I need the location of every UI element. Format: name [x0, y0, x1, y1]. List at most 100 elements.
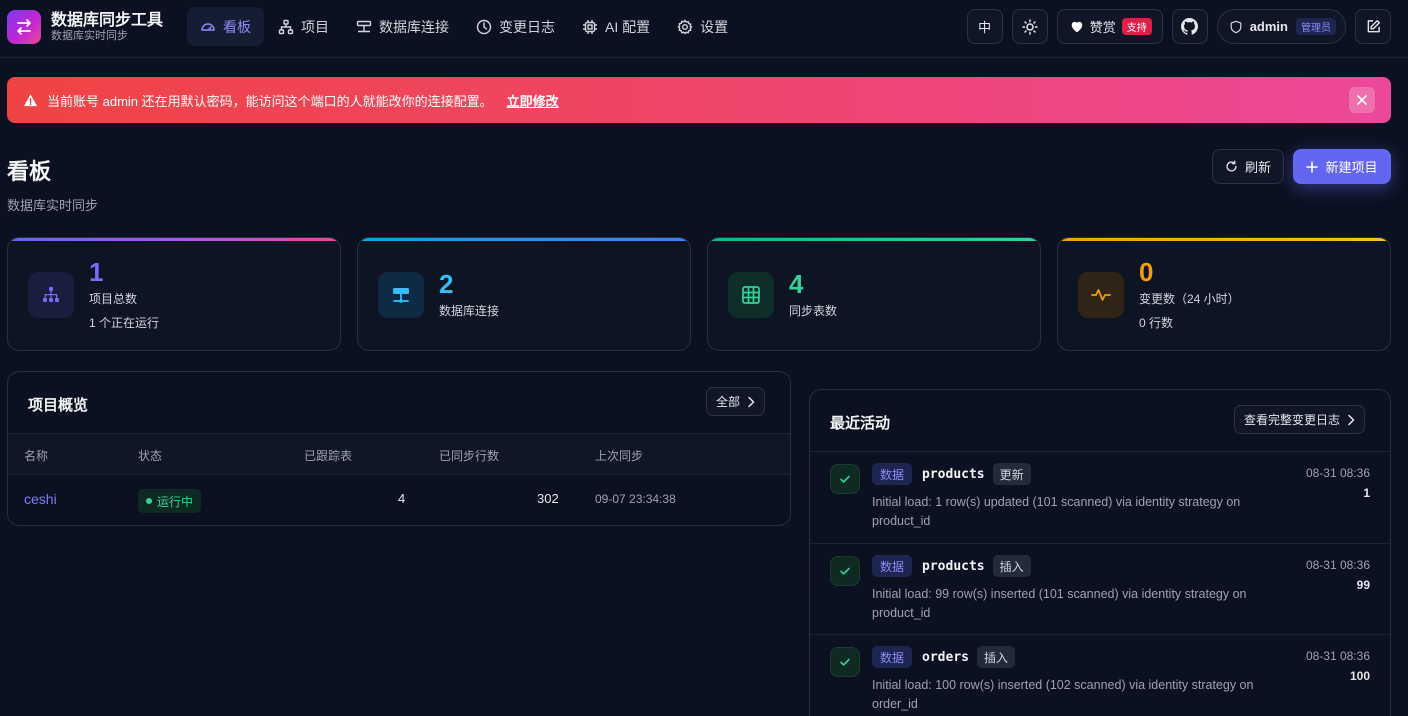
- nav-item-changelog[interactable]: 变更日志: [463, 7, 568, 46]
- stat-card-tables[interactable]: 4 同步表数: [707, 237, 1041, 351]
- alert-message: 当前账号 admin 还在用默认密码，能访问这个端口的人就能改你的连接配置。: [47, 93, 493, 109]
- activity-item[interactable]: 数据 orders 插入 Initial load: 100 row(s) in…: [810, 634, 1390, 716]
- topbar-actions: 中 赞赏 支持 admin 管理员: [958, 9, 1391, 44]
- column-header: 已同步行数: [439, 449, 500, 463]
- nav-item-settings[interactable]: 设置: [664, 7, 741, 46]
- user-role-badge: 管理员: [1296, 18, 1336, 35]
- status-dot-icon: [146, 498, 152, 504]
- language-label: 中: [978, 20, 992, 35]
- main-nav: 看板 项目 数据库连接 变更日志 AI 配置 设置: [187, 7, 742, 46]
- nav-label: 变更日志: [499, 18, 555, 35]
- shield-icon: [1230, 20, 1242, 33]
- view-all-projects-button[interactable]: 全部: [706, 387, 766, 416]
- project-name-link[interactable]: ceshi: [24, 491, 57, 507]
- user-name: admin: [1249, 19, 1288, 34]
- edit-button[interactable]: [1355, 9, 1391, 44]
- nav-label: AI 配置: [605, 18, 651, 35]
- panel-title: 项目概览: [28, 397, 89, 414]
- brand[interactable]: 数据库同步工具 数据库实时同步: [7, 10, 163, 44]
- stat-value: 1: [89, 257, 104, 287]
- close-icon: [1357, 95, 1367, 105]
- nav-item-dashboard[interactable]: 看板: [187, 7, 264, 46]
- nav-label: 看板: [223, 18, 251, 35]
- stat-value: 0: [1139, 257, 1154, 287]
- sun-icon: [1021, 18, 1038, 35]
- server-icon: [356, 20, 372, 32]
- nav-item-projects[interactable]: 项目: [265, 7, 342, 46]
- sponsor-badge: 支持: [1121, 18, 1152, 35]
- nav-item-connections[interactable]: 数据库连接: [343, 7, 462, 46]
- github-icon: [1181, 18, 1199, 35]
- heart-icon: [1071, 21, 1082, 32]
- view-changelog-button[interactable]: 查看完整变更日志: [1234, 405, 1366, 434]
- panel-title: 最近活动: [830, 415, 891, 432]
- last-sync-value: 09-07 23:34:38: [595, 492, 676, 506]
- top-navbar: 数据库同步工具 数据库实时同步 看板 项目 数据库连接 变更日志 AI 配置 设…: [0, 0, 1408, 58]
- server-icon: [378, 272, 424, 318]
- nav-label: 数据库连接: [379, 18, 449, 35]
- column-header: 状态: [138, 449, 163, 463]
- activity-op-badge: 插入: [992, 555, 1031, 577]
- tracked-tables-value: 4: [398, 491, 406, 506]
- view-all-label: 全部: [716, 395, 741, 409]
- activity-count: 99: [1356, 578, 1370, 592]
- stat-accent-bar: [708, 238, 1040, 241]
- stat-card-projects[interactable]: 1 项目总数 1 个正在运行: [7, 237, 341, 351]
- activity-message: Initial load: 1 row(s) updated (101 scan…: [872, 495, 1241, 528]
- column-header: 上次同步: [595, 449, 644, 463]
- plus-icon: [1306, 160, 1319, 173]
- change-password-link[interactable]: 立即修改: [507, 91, 559, 110]
- activity-type-badge: 数据: [872, 646, 913, 668]
- refresh-icon: [1226, 160, 1237, 172]
- stat-label: 同步表数: [789, 304, 838, 318]
- activity-count: 100: [1349, 669, 1370, 683]
- activity-op-badge: 插入: [976, 646, 1015, 668]
- activity-table-name: products: [922, 466, 985, 482]
- new-project-button[interactable]: 新建项目: [1293, 149, 1391, 184]
- activity-table-name: products: [922, 558, 985, 574]
- sitemap-icon: [28, 272, 74, 318]
- status-label: 运行中: [157, 494, 194, 509]
- activity-time: 08-31 08:36: [1305, 466, 1370, 480]
- sponsor-button[interactable]: 赞赏 支持: [1056, 9, 1163, 44]
- column-header: 名称: [24, 449, 49, 463]
- column-header: 已跟踪表: [304, 449, 353, 463]
- synced-rows-value: 302: [537, 491, 559, 506]
- app-logo-icon: [7, 10, 41, 44]
- refresh-button[interactable]: 刷新: [1212, 149, 1284, 184]
- check-icon: [830, 647, 860, 677]
- stat-label: 变更数（24 小时）: [1139, 292, 1240, 306]
- chevron-right-icon: [748, 396, 755, 407]
- gear-icon: [677, 18, 693, 34]
- activity-table-name: orders: [922, 649, 969, 665]
- stat-label: 项目总数: [89, 292, 138, 306]
- edit-icon: [1367, 19, 1380, 33]
- activity-header: 数据 products 更新: [872, 463, 1031, 485]
- status-badge: 运行中: [138, 489, 202, 513]
- alert-close-button[interactable]: [1349, 87, 1375, 113]
- stat-sub: 0 行数: [1139, 316, 1174, 330]
- language-button[interactable]: 中: [966, 9, 1003, 44]
- check-icon: [830, 464, 860, 494]
- github-button[interactable]: [1171, 9, 1208, 44]
- activity-op-badge: 更新: [992, 463, 1031, 485]
- warning-icon: [23, 93, 38, 106]
- stat-card-connections[interactable]: 2 数据库连接: [357, 237, 691, 351]
- stat-card-changes[interactable]: 0 变更数（24 小时） 0 行数: [1057, 237, 1391, 351]
- clock-icon: [476, 19, 492, 34]
- activity-message: Initial load: 100 row(s) inserted (102 s…: [872, 678, 1254, 711]
- activity-header: 数据 products 插入: [872, 555, 1031, 577]
- stat-accent-bar: [358, 238, 690, 241]
- new-project-label: 新建项目: [1325, 160, 1378, 175]
- activity-item[interactable]: 数据 products 插入 Initial load: 99 row(s) i…: [810, 543, 1390, 634]
- user-menu-button[interactable]: admin 管理员: [1216, 9, 1346, 44]
- dashboard-icon: [201, 22, 215, 31]
- activity-time: 08-31 08:36: [1305, 558, 1370, 572]
- theme-toggle-button[interactable]: [1011, 9, 1048, 44]
- nav-item-ai-config[interactable]: AI 配置: [569, 7, 663, 46]
- page-subtitle: 数据库实时同步: [7, 198, 99, 213]
- check-icon: [830, 556, 860, 586]
- view-changelog-label: 查看完整变更日志: [1244, 413, 1341, 427]
- activity-item[interactable]: 数据 products 更新 Initial load: 1 row(s) up…: [810, 451, 1390, 542]
- stat-accent-bar: [8, 238, 340, 241]
